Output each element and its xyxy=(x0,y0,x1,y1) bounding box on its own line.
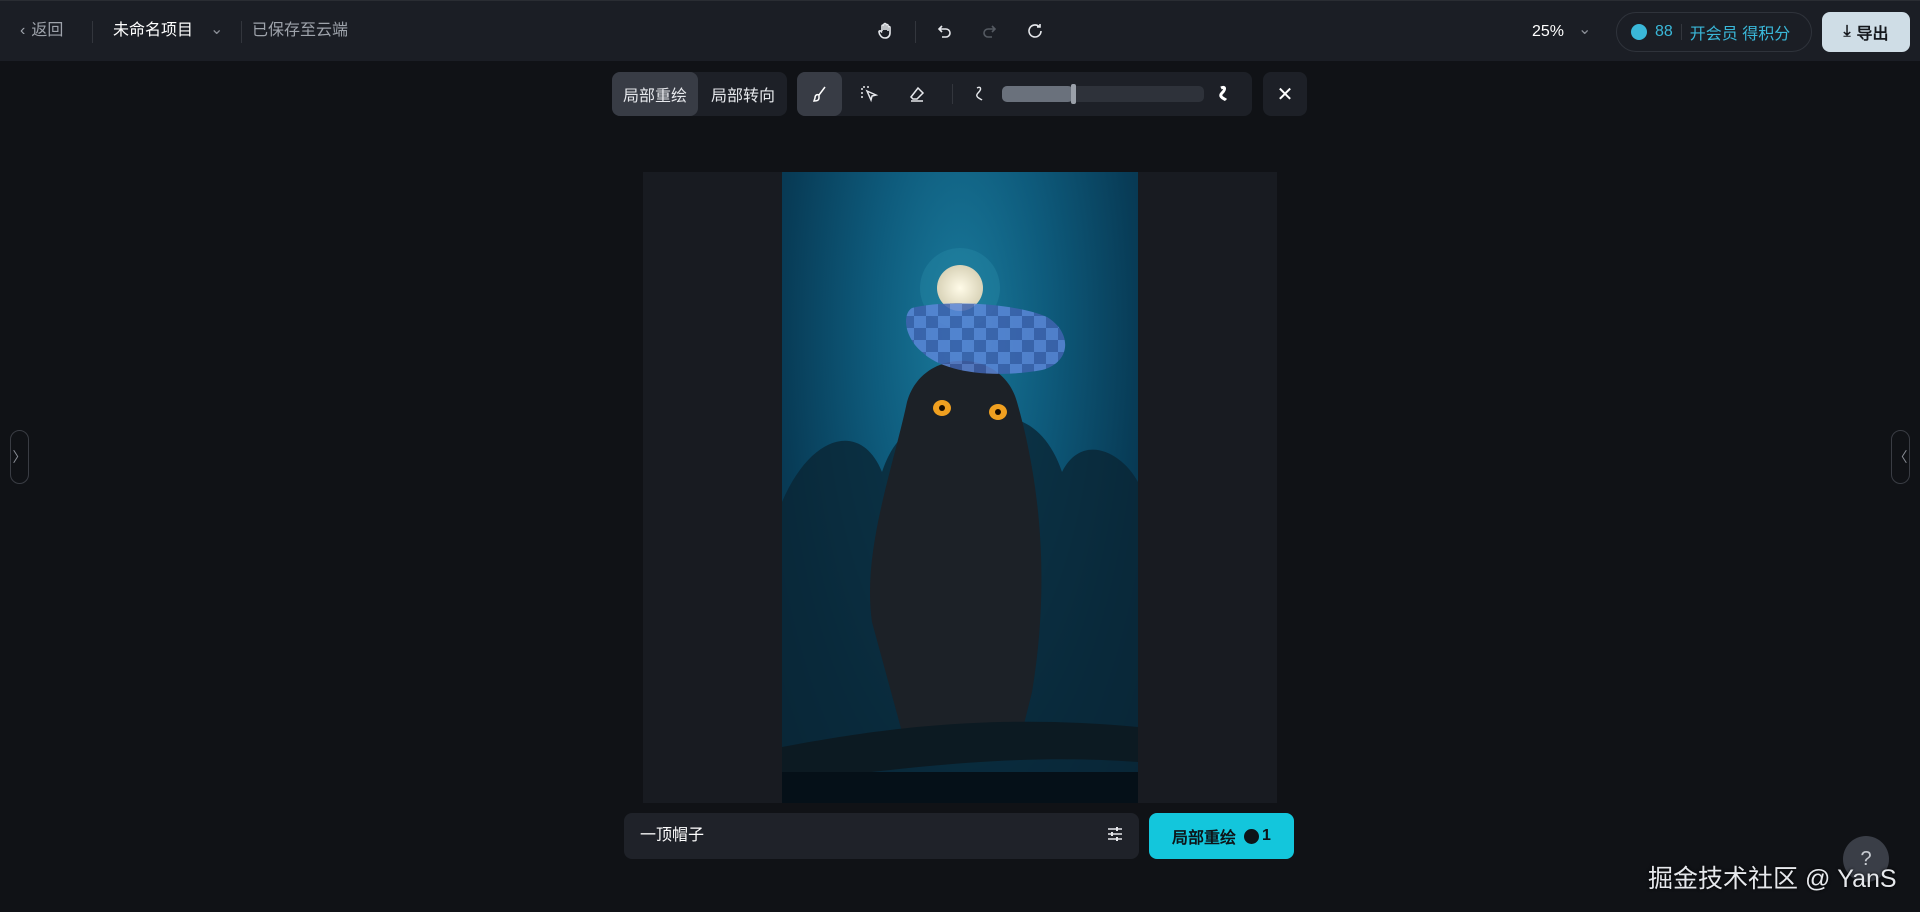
brush-size-slider[interactable] xyxy=(1002,84,1204,104)
back-button[interactable]: ‹ 返回 xyxy=(20,21,63,41)
watermark: 掘金技术社区 @ YanS xyxy=(1648,865,1897,893)
close-button[interactable]: ✕ xyxy=(1263,72,1307,116)
undo-icon[interactable] xyxy=(932,19,956,43)
zoom-level[interactable]: 25% xyxy=(1532,22,1564,42)
redo-icon[interactable] xyxy=(978,19,1002,43)
credit-icon xyxy=(1244,828,1260,844)
brush-icon[interactable] xyxy=(797,72,842,116)
membership-link[interactable]: 开会员 得积分 xyxy=(1690,20,1790,44)
credit-star-icon xyxy=(1631,24,1647,40)
brush-toolbar xyxy=(797,72,1252,116)
export-button[interactable]: ⤓ 导出 xyxy=(1822,12,1910,52)
inpaint-generate-button[interactable]: 局部重绘 1 xyxy=(1149,813,1294,859)
thin-brush-icon xyxy=(965,72,995,116)
tab-inpaint[interactable]: 局部重绘 xyxy=(612,72,698,116)
thick-brush-icon xyxy=(1209,72,1239,116)
save-status: 已保存至云端 xyxy=(252,22,349,39)
settings-sliders-icon[interactable] xyxy=(1107,826,1123,847)
slider-handle[interactable] xyxy=(1070,84,1076,104)
tab-rotate[interactable]: 局部转向 xyxy=(700,72,786,116)
hand-icon[interactable] xyxy=(874,19,898,43)
chevron-down-icon[interactable]: ⌄ xyxy=(1578,19,1591,39)
owl-image xyxy=(782,248,1138,803)
refresh-icon[interactable] xyxy=(1023,19,1047,43)
inpaint-mask xyxy=(906,303,1066,374)
right-panel-toggle[interactable]: 〈 xyxy=(1891,430,1910,484)
project-title[interactable]: 未命名项目 xyxy=(113,21,193,41)
credits-count: 88 xyxy=(1655,23,1673,40)
credits-pill[interactable]: 88 开会员 得积分 xyxy=(1616,12,1812,52)
prompt-input[interactable]: 一顶帽子 xyxy=(624,813,1139,859)
lasso-select-icon[interactable] xyxy=(849,72,889,116)
chevron-down-icon[interactable]: ⌄ xyxy=(210,19,223,39)
download-icon: ⤓ xyxy=(1843,23,1851,40)
chevron-right-icon: 〉 xyxy=(12,449,27,465)
mode-switch: 局部重绘 局部转向 xyxy=(612,72,787,116)
chevron-left-icon: ‹ xyxy=(20,22,26,39)
left-panel-toggle[interactable]: 〉 xyxy=(10,430,29,484)
chevron-left-icon: 〈 xyxy=(1893,449,1908,465)
close-icon: ✕ xyxy=(1276,83,1294,106)
canvas-image[interactable] xyxy=(782,172,1138,803)
top-bar: ‹ 返回 未命名项目 ⌄ 已保存至云端 25% ⌄ 88 开会员 得积分 ⤓ 导出 xyxy=(0,0,1920,61)
eraser-icon[interactable] xyxy=(897,72,937,116)
